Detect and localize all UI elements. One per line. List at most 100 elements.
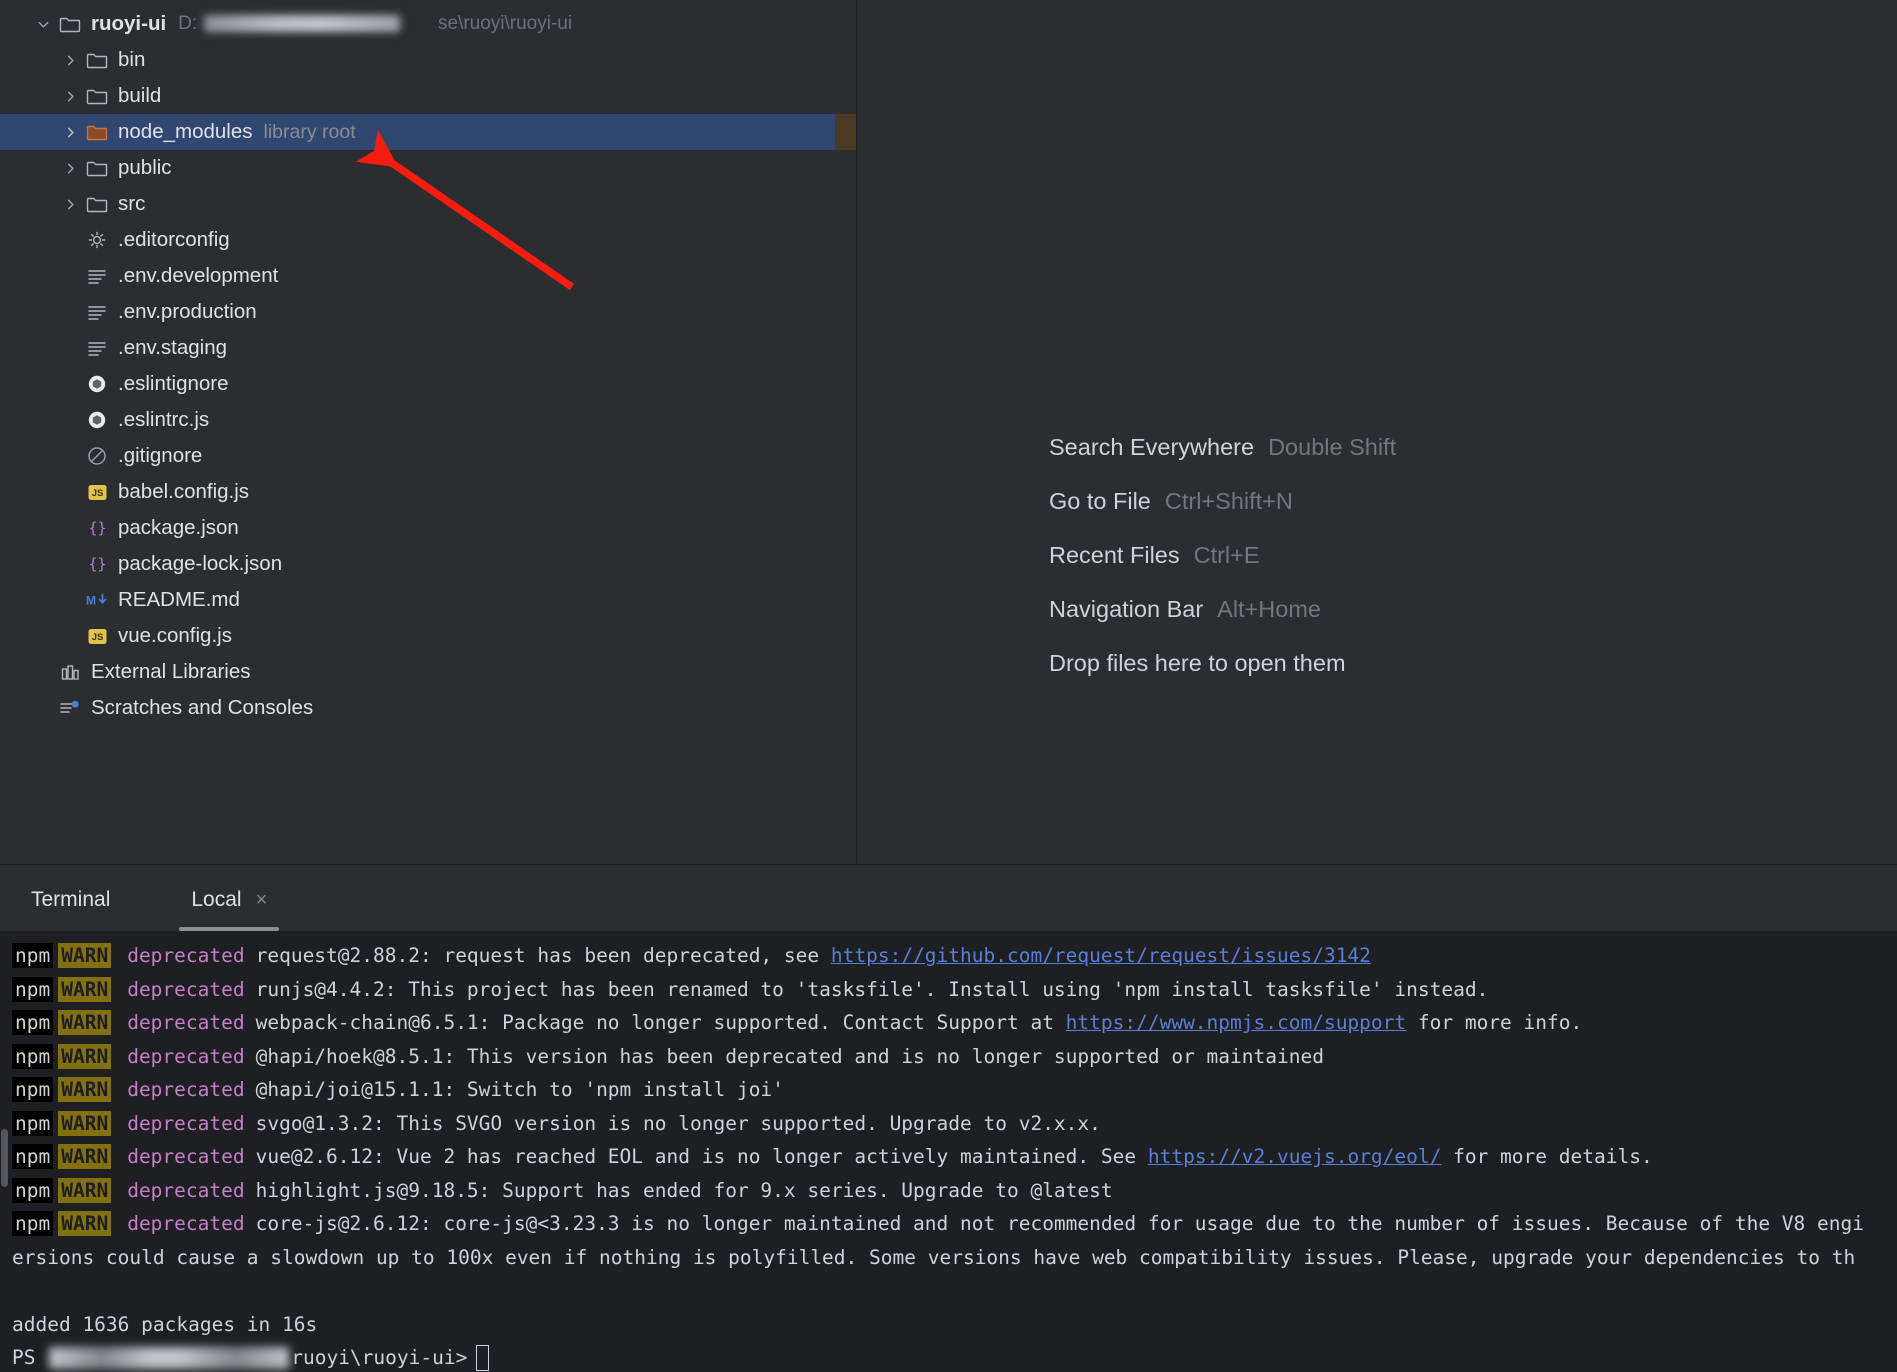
tree-row-env-staging[interactable]: .env.staging <box>0 330 857 366</box>
terminal-line-text: core-js@2.6.12: core-js@<3.23.3 is no lo… <box>255 1212 1864 1236</box>
eslint-icon <box>83 410 111 430</box>
warn-badge: WARN <box>58 976 112 1002</box>
folder-orange-icon <box>83 123 111 142</box>
shortcut-label: Go to File <box>1049 487 1151 514</box>
tree-item-label: README.md <box>118 588 240 611</box>
warn-badge: WARN <box>58 1010 112 1036</box>
tree-item-label: babel.config.js <box>118 480 250 503</box>
warn-badge: WARN <box>58 943 112 969</box>
tree-item-label: .env.development <box>118 264 279 287</box>
chevron-right-icon[interactable] <box>57 161 83 176</box>
tree-row-src[interactable]: src <box>0 186 857 222</box>
svg-text:JS: JS <box>91 632 103 643</box>
tree-row-build[interactable]: build <box>0 78 857 114</box>
svg-text:{}: {} <box>88 555 106 573</box>
warn-badge: WARN <box>58 1177 112 1203</box>
tree-item-label: build <box>118 84 162 107</box>
shortcut-go-to-file[interactable]: Go to File Ctrl+Shift+N <box>1049 474 1396 528</box>
terminal-title: Terminal <box>31 888 111 911</box>
terminal-tab-local[interactable]: Local × <box>173 869 285 931</box>
warn-badge: WARN <box>58 1144 112 1170</box>
tree-item-label: External Libraries <box>91 660 251 683</box>
terminal-scrollbar-thumb[interactable] <box>1 1129 8 1187</box>
tree-item-label: .eslintrc.js <box>118 408 210 431</box>
shortcut-label: Recent Files <box>1049 541 1180 568</box>
npm-badge: npm <box>12 1110 54 1136</box>
npm-badge: npm <box>12 976 54 1002</box>
tree-row-bin[interactable]: bin <box>0 42 857 78</box>
tree-row-eslintignore[interactable]: .eslintignore <box>0 366 857 402</box>
shortcut-keys: Alt+Home <box>1217 595 1321 622</box>
libraries-icon <box>56 663 84 682</box>
npm-badge: npm <box>12 1043 54 1069</box>
chevron-right-icon[interactable] <box>57 53 83 68</box>
npm-badge: npm <box>12 1211 54 1237</box>
tree-row-root[interactable]: ruoyi-ui D:XXXXXXXXXXXXXXXXXXXse\ruoyi\r… <box>0 6 857 42</box>
tree-row-vue-config-js[interactable]: JS vue.config.js <box>0 618 857 654</box>
drop-files-label: Drop files here to open them <box>1049 649 1346 676</box>
deprecated-keyword: deprecated <box>127 1078 245 1102</box>
tree-row-env-production[interactable]: .env.production <box>0 294 857 330</box>
tree-item-label: node_modules <box>118 120 253 143</box>
tree-row-env-development[interactable]: .env.development <box>0 258 857 294</box>
terminal-scrollbar[interactable] <box>0 931 9 1372</box>
npm-badge: npm <box>12 1177 54 1203</box>
editor-placeholder-panel[interactable]: Search Everywhere Double Shift Go to Fil… <box>857 0 1897 864</box>
tree-item-label: .editorconfig <box>118 228 230 251</box>
deprecated-keyword: deprecated <box>127 1145 245 1169</box>
tree-item-label: Scratches and Consoles <box>91 696 314 719</box>
tree-row-public[interactable]: public <box>0 150 857 186</box>
prompt-suffix: ruoyi\ruoyi-ui> <box>291 1346 468 1370</box>
tree-row-readme-md[interactable]: M README.md <box>0 582 857 618</box>
close-icon[interactable]: × <box>256 890 268 910</box>
tree-item-label: bin <box>118 48 146 71</box>
js-icon: JS <box>83 627 111 646</box>
scratches-icon <box>56 699 84 718</box>
chevron-right-icon[interactable] <box>57 197 83 212</box>
tree-row-editorconfig[interactable]: .editorconfig <box>0 222 857 258</box>
markdown-icon: M <box>83 591 111 609</box>
tree-item-label: .gitignore <box>118 444 203 467</box>
tree-item-label: vue.config.js <box>118 624 232 647</box>
tree-row-gitignore[interactable]: .gitignore <box>0 438 857 474</box>
shortcut-keys: Ctrl+Shift+N <box>1164 487 1293 514</box>
terminal-line: npm WARN deprecated request@2.88.2: request… <box>0 939 1897 973</box>
folder-icon <box>56 15 84 34</box>
warn-badge: WARN <box>58 1043 112 1069</box>
tree-row-scratches-consoles[interactable]: Scratches and Consoles <box>0 690 857 726</box>
tree-row-package-lock-json[interactable]: {} package-lock.json <box>0 546 857 582</box>
shortcut-label: Navigation Bar <box>1049 595 1204 622</box>
terminal-output[interactable]: npm WARN deprecated request@2.88.2: request… <box>0 931 1897 1372</box>
terminal-tab-bar: Terminal Local × <box>0 869 1897 931</box>
terminal-line: npm WARN deprecated webpack-chain@6.5.1: Pa… <box>0 1006 1897 1040</box>
json-icon: {} <box>83 518 111 538</box>
tree-row-package-json[interactable]: {} package.json <box>0 510 857 546</box>
json-icon: {} <box>83 554 111 574</box>
terminal-link[interactable]: https://github.com/request/request/issue… <box>831 944 1371 967</box>
shortcuts-list: Search Everywhere Double Shift Go to Fil… <box>1049 420 1396 690</box>
shortcut-recent-files[interactable]: Recent Files Ctrl+E <box>1049 528 1396 582</box>
chevron-right-icon[interactable] <box>57 89 83 104</box>
deprecated-keyword: deprecated <box>127 1212 245 1236</box>
shortcut-navigation-bar[interactable]: Navigation Bar Alt+Home <box>1049 582 1396 636</box>
ignore-icon <box>83 446 111 466</box>
tree-row-external-libraries[interactable]: External Libraries <box>0 654 857 690</box>
chevron-right-icon[interactable] <box>57 125 83 140</box>
chevron-down-icon[interactable] <box>30 17 56 32</box>
tree-row-eslintrc-js[interactable]: .eslintrc.js <box>0 402 857 438</box>
project-tree-panel[interactable]: ruoyi-ui D:XXXXXXXXXXXXXXXXXXXse\ruoyi\r… <box>0 0 857 864</box>
tree-row-node-modules[interactable]: node_modules library root <box>0 114 857 150</box>
terminal-line-text: request@2.88.2: request has been depreca… <box>255 944 831 968</box>
top-area: ruoyi-ui D:XXXXXXXXXXXXXXXXXXXse\ruoyi\r… <box>0 0 1897 864</box>
shortcut-search-everywhere[interactable]: Search Everywhere Double Shift <box>1049 420 1396 474</box>
warn-badge: WARN <box>58 1110 112 1136</box>
tree-root-path: D:XXXXXXXXXXXXXXXXXXXse\ruoyi\ruoyi-ui <box>178 13 573 34</box>
terminal-link[interactable]: https://www.npmjs.com/support <box>1066 1011 1406 1034</box>
shortcut-keys: Ctrl+E <box>1193 541 1260 568</box>
terminal-link[interactable]: https://v2.vuejs.org/eol/ <box>1148 1145 1442 1168</box>
terminal-prompt[interactable]: PS ruoyi\ruoyi-ui> <box>0 1341 1897 1372</box>
shortcut-label: Search Everywhere <box>1049 433 1255 460</box>
tree-row-babel-config-js[interactable]: JS babel.config.js <box>0 474 857 510</box>
tree-item-label: .eslintignore <box>118 372 229 395</box>
terminal-caret <box>476 1344 490 1371</box>
